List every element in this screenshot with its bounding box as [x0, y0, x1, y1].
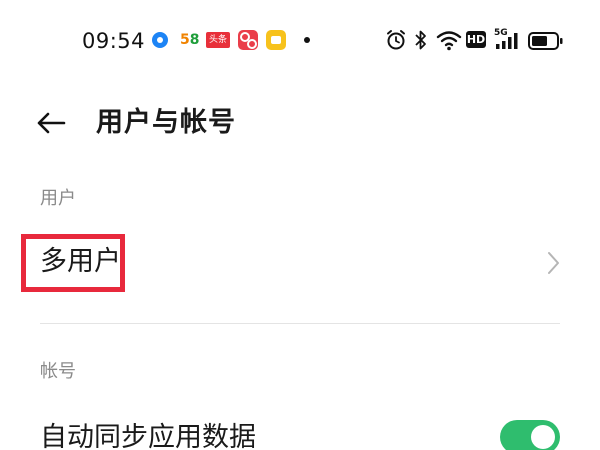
app-red-icon — [238, 30, 258, 50]
app-toutiao-icon: 头条 — [206, 32, 230, 48]
auto-sync-toggle[interactable] — [500, 420, 560, 450]
multi-user-row[interactable]: 多用户 — [0, 228, 600, 300]
chevron-right-icon — [548, 252, 559, 274]
alarm-icon — [387, 30, 405, 50]
more-notifications-dot-icon — [304, 37, 310, 43]
settings-screen: 09:54 58 头条 HD 5G 用户与帐号 用户 多用户 帐号 自动同步应用… — [0, 0, 600, 450]
auto-sync-label: 自动同步应用数据 — [40, 422, 256, 450]
section-header-users: 用户 — [40, 188, 76, 209]
wifi-icon — [436, 31, 462, 51]
bluetooth-icon — [415, 30, 426, 50]
section-header-accounts: 帐号 — [40, 361, 76, 382]
divider — [40, 323, 560, 324]
battery-level-fill — [532, 36, 547, 46]
battery-icon — [528, 32, 563, 50]
toggle-knob — [531, 425, 555, 449]
hd-icon: HD — [466, 31, 486, 48]
app-58-icon: 58 — [180, 32, 200, 48]
app-blue-circle-icon — [152, 32, 168, 48]
app-yellow-icon — [266, 30, 286, 50]
5g-signal-icon — [496, 33, 518, 49]
auto-sync-row[interactable]: 自动同步应用数据 — [0, 412, 600, 450]
highlight-annotation-box — [21, 234, 125, 292]
status-time: 09:54 — [82, 29, 146, 53]
status-bar: 09:54 58 头条 HD 5G — [0, 0, 600, 80]
page-title: 用户与帐号 — [96, 107, 236, 138]
back-arrow-icon[interactable] — [30, 106, 74, 140]
